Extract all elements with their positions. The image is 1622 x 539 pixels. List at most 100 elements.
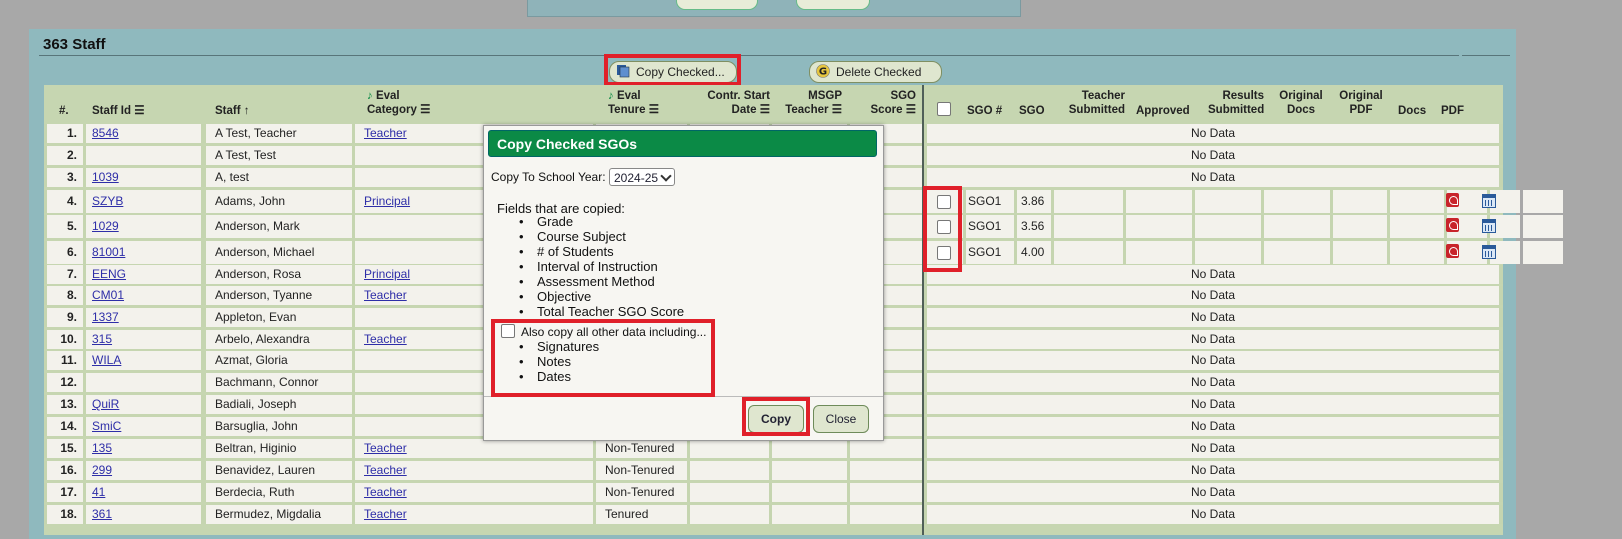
sort-ascending-icon[interactable]: ↑: [244, 105, 250, 117]
staff-name: Anderson, Mark: [215, 219, 300, 233]
sort-menu-icon[interactable]: ☰: [906, 104, 916, 116]
staff-name: A, test: [215, 170, 250, 184]
col-staff-id[interactable]: Staff Id ☰: [92, 104, 145, 118]
table-cell: [1195, 215, 1261, 238]
copy-sgos-dialog: Copy Checked SGOs Copy To School Year: 2…: [483, 125, 884, 441]
row-select-checkbox[interactable]: [937, 195, 951, 209]
staff-id-link[interactable]: 299: [92, 461, 112, 480]
delete-checked-button[interactable]: G Delete Checked: [809, 61, 942, 83]
col-eval-category[interactable]: ♪ Eval Category ☰: [367, 89, 430, 117]
sgo-number: SGO1: [968, 194, 1002, 208]
sgo-row: SGO1 3.86: [923, 190, 1563, 213]
pdf-icon[interactable]: [1446, 193, 1459, 207]
search-button[interactable]: [676, 0, 758, 10]
eval-flag-icon: ♪: [367, 90, 373, 102]
field-item: # of Students: [519, 244, 614, 259]
row-select-checkbox[interactable]: [937, 220, 951, 234]
sgo-value: 3.86: [1021, 194, 1045, 208]
staff-name: A Test, Teacher: [215, 126, 297, 140]
staff-id-link[interactable]: 1029: [92, 215, 119, 238]
no-data-label: No Data: [927, 265, 1499, 284]
sgo-row: No Data: [923, 265, 1503, 284]
eval-category-link[interactable]: Teacher: [364, 124, 407, 143]
calendar-icon[interactable]: [1482, 194, 1496, 208]
row-number: 15.: [60, 441, 77, 455]
field-item: Total Teacher SGO Score: [519, 304, 684, 319]
staff-id-link[interactable]: SZYB: [92, 190, 123, 213]
eval-category-link[interactable]: Teacher: [364, 483, 407, 502]
copy-button[interactable]: Copy: [748, 405, 804, 433]
field-item: Objective: [519, 289, 591, 304]
staff-id-link[interactable]: EENG: [92, 265, 126, 284]
title-divider: [39, 55, 1459, 56]
row-number: 2.: [66, 148, 77, 162]
table-cell: [1054, 241, 1123, 264]
calendar-icon[interactable]: [1482, 245, 1496, 259]
sort-menu-icon[interactable]: ☰: [760, 104, 770, 116]
pdf-icon[interactable]: [1446, 244, 1459, 258]
staff-id-link[interactable]: 8546: [92, 124, 119, 143]
col-msgp-line1: MSGP: [808, 90, 842, 102]
select-all-checkbox[interactable]: [937, 102, 951, 116]
col-msgp[interactable]: MSGP Teacher ☰: [780, 89, 842, 117]
column-separator: [922, 85, 924, 535]
staff-id-link[interactable]: SmiC: [92, 417, 121, 436]
table-row: 17. 41 Berdecia, Ruth Teacher Non-Tenured: [44, 483, 923, 502]
staff-id-link[interactable]: 135: [92, 439, 112, 458]
col-contr-start[interactable]: Contr. Start Date ☰: [704, 89, 770, 117]
staff-id-link[interactable]: 81001: [92, 241, 125, 264]
row-number: 6.: [66, 245, 77, 259]
staff-name: A Test, Test: [215, 148, 276, 162]
sort-menu-icon[interactable]: ☰: [832, 104, 842, 116]
eval-category-link[interactable]: Principal: [364, 190, 410, 213]
eval-tenure: Non-Tenured: [605, 463, 675, 477]
g-logo-icon: G: [816, 64, 830, 78]
eval-category-link[interactable]: Principal: [364, 265, 410, 284]
calendar-icon[interactable]: [1482, 219, 1496, 233]
staff-id-link[interactable]: QuiR: [92, 395, 119, 414]
sort-menu-icon[interactable]: ☰: [649, 104, 659, 116]
sort-menu-icon[interactable]: ☰: [420, 104, 430, 116]
eval-category-link[interactable]: Teacher: [364, 439, 407, 458]
staff-id-link[interactable]: 315: [92, 330, 112, 349]
staff-name: Anderson, Michael: [215, 245, 315, 259]
staff-id-link[interactable]: CM01: [92, 286, 124, 305]
eval-category-link[interactable]: Teacher: [364, 330, 407, 349]
sgo-row: No Data: [923, 330, 1503, 349]
table-cell: [690, 461, 769, 480]
col-eval-tenure[interactable]: ♪ Eval Tenure ☰: [608, 89, 659, 117]
staff-name: Arbelo, Alexandra: [215, 332, 310, 346]
staff-id-link[interactable]: 361: [92, 505, 112, 524]
staff-id-link[interactable]: 1337: [92, 308, 119, 327]
chevron-down-icon: [660, 170, 672, 182]
col-msgp-line2: Teacher: [785, 104, 829, 116]
staff-id-link[interactable]: WILA: [92, 351, 121, 370]
col-docs: Docs: [1398, 105, 1427, 117]
staff-id-link[interactable]: 41: [92, 483, 105, 502]
eval-category-link[interactable]: Teacher: [364, 505, 407, 524]
table-cell: [850, 461, 922, 480]
staff-name: Barsuglia, John: [215, 419, 298, 433]
sgo-number: SGO1: [968, 219, 1002, 233]
row-select-checkbox[interactable]: [937, 246, 951, 260]
col-eval-category-line1: Eval: [375, 90, 400, 102]
staff-name: Bachmann, Connor: [215, 375, 319, 389]
copy-checked-button[interactable]: Copy Checked...: [609, 61, 737, 83]
table-cell: [1264, 241, 1330, 264]
close-button[interactable]: Close: [813, 405, 869, 433]
table-cell: [1333, 190, 1387, 213]
pdf-icon[interactable]: [1446, 218, 1459, 232]
table-cell: [1126, 215, 1192, 238]
col-sgo-num: SGO #: [967, 105, 1003, 117]
eval-category-link[interactable]: Teacher: [364, 461, 407, 480]
col-staff[interactable]: Staff ↑: [215, 104, 250, 118]
col-sgo-score[interactable]: SGO Score ☰: [856, 89, 916, 117]
school-year-select[interactable]: 2024-25: [609, 168, 675, 186]
eval-category-link[interactable]: Teacher: [364, 286, 407, 305]
table-cell: [772, 439, 847, 458]
col-original-pdf: Original PDF: [1338, 89, 1384, 117]
sort-menu-icon[interactable]: ☰: [134, 105, 144, 117]
reset-button[interactable]: [796, 0, 870, 10]
staff-id-link[interactable]: 1039: [92, 168, 119, 187]
also-copy-checkbox[interactable]: [501, 324, 515, 338]
